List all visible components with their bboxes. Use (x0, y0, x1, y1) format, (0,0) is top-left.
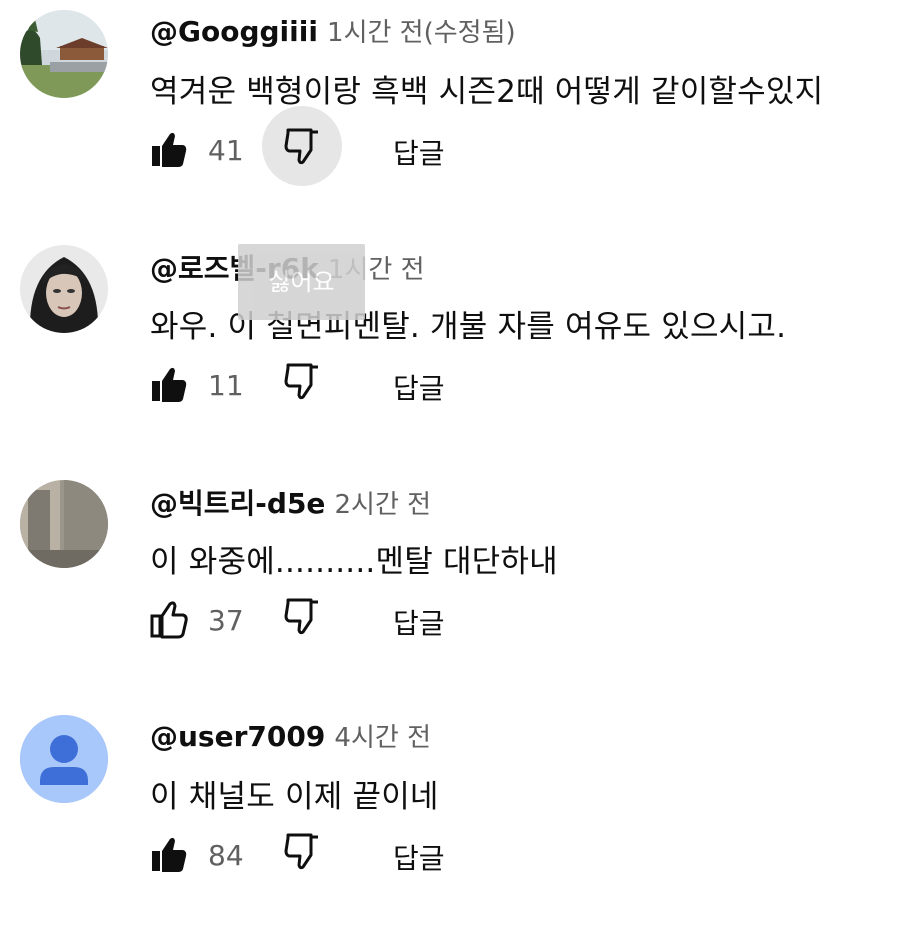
comment-text: 이 채널도 이제 끝이네 (150, 779, 439, 815)
dislike-button[interactable] (262, 576, 342, 656)
comment-meta: @Googgiiii 1시간 전(수정됨) (150, 12, 516, 49)
comment-item: @Googgiiii 1시간 전(수정됨) 역겨운 백형이랑 흑백 시즌2때 어… (0, 0, 903, 230)
comment-time[interactable]: 4시간 전 (334, 723, 431, 753)
dislike-tooltip: 싫어요 (238, 244, 365, 320)
dislike-button[interactable] (262, 811, 342, 891)
comment-actions: 11 답글 (150, 361, 850, 417)
comment-actions: 37 답글 (150, 596, 850, 652)
like-count: 41 (208, 134, 244, 167)
avatar[interactable] (20, 245, 108, 333)
dislike-button[interactable] (262, 341, 342, 421)
thumbs-up-filled-icon[interactable] (150, 835, 188, 875)
comment-time[interactable]: 1시간 전(수정됨) (327, 18, 516, 48)
comment-item: @로즈벨-r6k 1시간 전 와우. 이 철면피멘탈. 개불 자를 여유도 있으… (0, 235, 903, 465)
comment-time[interactable]: 2시간 전 (335, 490, 432, 520)
like-count: 84 (208, 839, 244, 872)
comment-meta: @user7009 4시간 전 (150, 717, 431, 754)
comment-text: 역겨운 백형이랑 흑백 시즌2때 어떻게 같이할수있지 (150, 74, 824, 110)
thumbs-down-icon (284, 128, 318, 165)
thumbs-down-icon (284, 598, 318, 635)
portrait-avatar-image (20, 245, 108, 333)
room-avatar-image (20, 480, 108, 568)
thumbs-down-icon (284, 833, 318, 870)
thumbs-up-filled-icon[interactable] (150, 365, 188, 405)
comment-item: @빅트리-d5e 2시간 전 이 와중에..........멘탈 대단하내 37… (0, 470, 903, 700)
comment-text: 이 와중에..........멘탈 대단하내 (150, 544, 558, 580)
reply-button[interactable]: 답글 (393, 837, 445, 877)
like-count: 37 (208, 604, 244, 637)
like-count: 11 (208, 369, 244, 402)
landscape-avatar-image (20, 10, 108, 98)
avatar[interactable] (20, 480, 108, 568)
avatar[interactable] (20, 715, 108, 803)
comment-meta: @빅트리-d5e 2시간 전 (150, 482, 431, 522)
thumbs-up-filled-icon[interactable] (150, 130, 188, 170)
dislike-button[interactable] (262, 106, 342, 186)
reply-button[interactable]: 답글 (393, 602, 445, 642)
reply-button[interactable]: 답글 (393, 367, 445, 407)
comment-author[interactable]: @user7009 (150, 720, 325, 753)
comment-actions: 41 답글 (150, 106, 850, 186)
comment-author[interactable]: @빅트리-d5e (150, 487, 325, 520)
comment-author[interactable]: @Googgiiii (150, 15, 318, 48)
default-user-avatar-icon (20, 715, 108, 803)
avatar[interactable] (20, 10, 108, 98)
thumbs-up-icon[interactable] (150, 600, 188, 640)
comment-actions: 84 답글 (150, 831, 850, 887)
thumbs-down-icon (284, 363, 318, 400)
reply-button[interactable]: 답글 (393, 132, 445, 172)
